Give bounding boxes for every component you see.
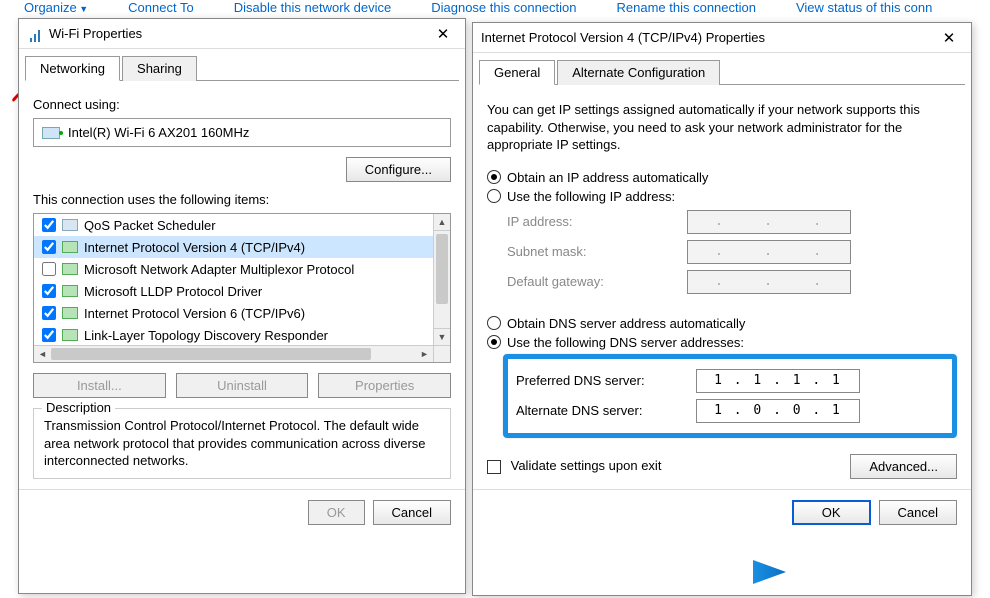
vertical-scrollbar[interactable]: ▲ ▼	[433, 214, 450, 345]
subnet-label: Subnet mask:	[507, 244, 687, 259]
wifi-titlebar: Wi-Fi Properties ✕	[19, 19, 465, 49]
item-checkbox[interactable]	[42, 306, 56, 320]
description-label: Description	[42, 400, 115, 415]
checkbox-icon	[487, 460, 501, 474]
preferred-dns-input[interactable]: 1 . 1 . 1 . 1	[696, 369, 860, 393]
advanced-button[interactable]: Advanced...	[850, 454, 957, 479]
alternate-dns-input[interactable]: 1 . 0 . 0 . 1	[696, 399, 860, 423]
close-icon[interactable]: ✕	[429, 25, 457, 43]
ip-address-label: IP address:	[507, 214, 687, 229]
item-checkbox[interactable]	[42, 284, 56, 298]
item-label: QoS Packet Scheduler	[84, 218, 216, 233]
item-checkbox[interactable]	[42, 240, 56, 254]
item-checkbox[interactable]	[42, 262, 56, 276]
status-link[interactable]: View status of this conn	[796, 0, 932, 18]
cancel-button[interactable]: Cancel	[879, 500, 957, 525]
connect-using-label: Connect using:	[33, 97, 451, 112]
properties-button[interactable]: Properties	[318, 373, 451, 398]
scroll-corner	[433, 345, 450, 362]
organize-menu[interactable]: Organize	[24, 0, 88, 18]
diagnose-link[interactable]: Diagnose this connection	[431, 0, 576, 18]
wifi-icon	[27, 26, 43, 42]
scroll-down-icon[interactable]: ▼	[434, 328, 450, 345]
tcpipv4-properties-dialog: Internet Protocol Version 4 (TCP/IPv4) P…	[472, 22, 972, 596]
disable-device-link[interactable]: Disable this network device	[234, 0, 392, 18]
item-label: Link-Layer Topology Discovery Responder	[84, 328, 328, 343]
connect-to-link[interactable]: Connect To	[128, 0, 194, 18]
item-checkbox[interactable]	[42, 218, 56, 232]
protocol-icon	[62, 285, 78, 297]
subnet-input: . . .	[687, 240, 851, 264]
item-label: Internet Protocol Version 4 (TCP/IPv4)	[84, 240, 305, 255]
protocol-icon	[62, 307, 78, 319]
radio-icon	[487, 189, 501, 203]
item-label: Microsoft Network Adapter Multiplexor Pr…	[84, 262, 354, 277]
radio-icon	[487, 170, 501, 184]
radio-icon	[487, 316, 501, 330]
tab-alternate-config[interactable]: Alternate Configuration	[557, 60, 720, 85]
scroll-left-icon[interactable]: ◄	[34, 346, 51, 362]
ok-button[interactable]: OK	[308, 500, 365, 525]
validate-checkbox[interactable]: Validate settings upon exit	[487, 458, 661, 474]
hscroll-thumb[interactable]	[51, 348, 371, 360]
obtain-dns-radio[interactable]: Obtain DNS server address automatically	[487, 316, 957, 331]
protocol-icon	[62, 241, 78, 253]
rename-link[interactable]: Rename this connection	[617, 0, 756, 18]
components-list[interactable]: QoS Packet Scheduler Internet Protocol Ve…	[33, 213, 451, 363]
explorer-toolbar: Organize Connect To Disable this network…	[0, 0, 990, 18]
wifi-properties-dialog: Wi-Fi Properties ✕ Networking Sharing Co…	[18, 18, 466, 594]
wifi-tabs: Networking Sharing	[25, 55, 459, 81]
list-item[interactable]: Link-Layer Topology Discovery Responder	[34, 324, 433, 345]
scroll-thumb[interactable]	[436, 234, 448, 304]
item-label: Internet Protocol Version 6 (TCP/IPv6)	[84, 306, 305, 321]
intro-text: You can get IP settings assigned automat…	[487, 101, 957, 154]
configure-button[interactable]: Configure...	[346, 157, 451, 182]
list-item[interactable]: Internet Protocol Version 4 (TCP/IPv4)	[34, 236, 433, 258]
uninstall-button[interactable]: Uninstall	[176, 373, 309, 398]
dns-highlight: Preferred DNS server:1 . 1 . 1 . 1 Alter…	[503, 354, 957, 438]
tab-sharing[interactable]: Sharing	[122, 56, 197, 81]
tcpip-titlebar: Internet Protocol Version 4 (TCP/IPv4) P…	[473, 23, 971, 53]
item-label: Microsoft LLDP Protocol Driver	[84, 284, 262, 299]
scroll-up-icon[interactable]: ▲	[434, 214, 450, 231]
use-dns-radio[interactable]: Use the following DNS server addresses:	[487, 335, 957, 350]
tab-networking[interactable]: Networking	[25, 56, 120, 81]
pref-dns-label: Preferred DNS server:	[516, 373, 696, 388]
ip-address-input: . . .	[687, 210, 851, 234]
list-item[interactable]: Microsoft Network Adapter Multiplexor Pr…	[34, 258, 433, 280]
tcpip-title: Internet Protocol Version 4 (TCP/IPv4) P…	[481, 30, 935, 45]
adapter-name: Intel(R) Wi-Fi 6 AX201 160MHz	[68, 125, 249, 140]
obtain-ip-radio[interactable]: Obtain an IP address automatically	[487, 170, 957, 185]
list-item[interactable]: QoS Packet Scheduler	[34, 214, 433, 236]
ok-button[interactable]: OK	[792, 500, 871, 525]
close-icon[interactable]: ✕	[935, 29, 963, 47]
list-item[interactable]: Internet Protocol Version 6 (TCP/IPv6)	[34, 302, 433, 324]
tcpip-tabs: General Alternate Configuration	[479, 59, 965, 85]
adapter-field[interactable]: Intel(R) Wi-Fi 6 AX201 160MHz	[33, 118, 451, 147]
scroll-right-icon[interactable]: ►	[416, 346, 433, 362]
install-button[interactable]: Install...	[33, 373, 166, 398]
item-checkbox[interactable]	[42, 328, 56, 342]
tab-general[interactable]: General	[479, 60, 555, 85]
protocol-icon	[62, 219, 78, 231]
list-item[interactable]: Microsoft LLDP Protocol Driver	[34, 280, 433, 302]
gateway-label: Default gateway:	[507, 274, 687, 289]
radio-icon	[487, 335, 501, 349]
wifi-title: Wi-Fi Properties	[49, 26, 429, 41]
cancel-button[interactable]: Cancel	[373, 500, 451, 525]
protocol-icon	[62, 263, 78, 275]
use-ip-radio[interactable]: Use the following IP address:	[487, 189, 957, 204]
description-text: Transmission Control Protocol/Internet P…	[44, 417, 440, 470]
nic-icon	[42, 127, 60, 139]
protocol-icon	[62, 329, 78, 341]
horizontal-scrollbar[interactable]: ◄ ►	[34, 345, 433, 362]
gateway-input: . . .	[687, 270, 851, 294]
items-label: This connection uses the following items…	[33, 192, 451, 207]
alt-dns-label: Alternate DNS server:	[516, 403, 696, 418]
